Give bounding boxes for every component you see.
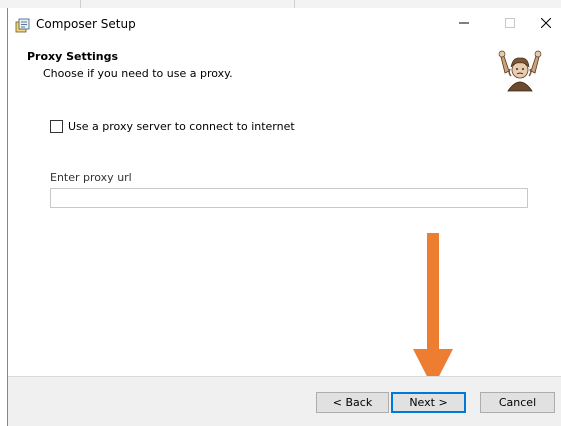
wizard-header: Proxy Settings Choose if you need to use… — [8, 40, 561, 102]
proxy-checkbox-row[interactable]: Use a proxy server to connect to interne… — [50, 120, 295, 133]
use-proxy-checkbox[interactable] — [50, 120, 63, 133]
window-title: Composer Setup — [36, 17, 136, 31]
cancel-button[interactable]: Cancel — [480, 392, 555, 413]
back-button[interactable]: < Back — [316, 392, 389, 413]
screen: Composer Setup Proxy Settings Choose if … — [0, 0, 561, 426]
proxy-url-input[interactable] — [50, 188, 528, 208]
next-button[interactable]: Next > — [391, 392, 466, 413]
minimize-button[interactable] — [444, 8, 484, 38]
use-proxy-checkbox-label[interactable]: Use a proxy server to connect to interne… — [68, 120, 295, 133]
page-title: Proxy Settings — [27, 50, 119, 63]
close-button[interactable] — [530, 8, 561, 38]
title-bar[interactable]: Composer Setup — [8, 8, 561, 40]
orange-down-arrow-icon — [413, 233, 453, 388]
maximize-icon — [505, 18, 515, 28]
close-icon — [541, 18, 551, 28]
page-subtitle: Choose if you need to use a proxy. — [43, 67, 233, 80]
setup-window: Composer Setup Proxy Settings Choose if … — [7, 8, 561, 426]
proxy-url-label: Enter proxy url — [50, 171, 132, 184]
composer-logo-icon — [498, 50, 542, 92]
maximize-button[interactable] — [490, 8, 530, 38]
minimize-icon — [459, 22, 469, 24]
app-icon — [15, 18, 30, 33]
wizard-footer: < Back Next > Cancel — [8, 376, 561, 426]
wizard-content: Use a proxy server to connect to interne… — [8, 102, 561, 388]
